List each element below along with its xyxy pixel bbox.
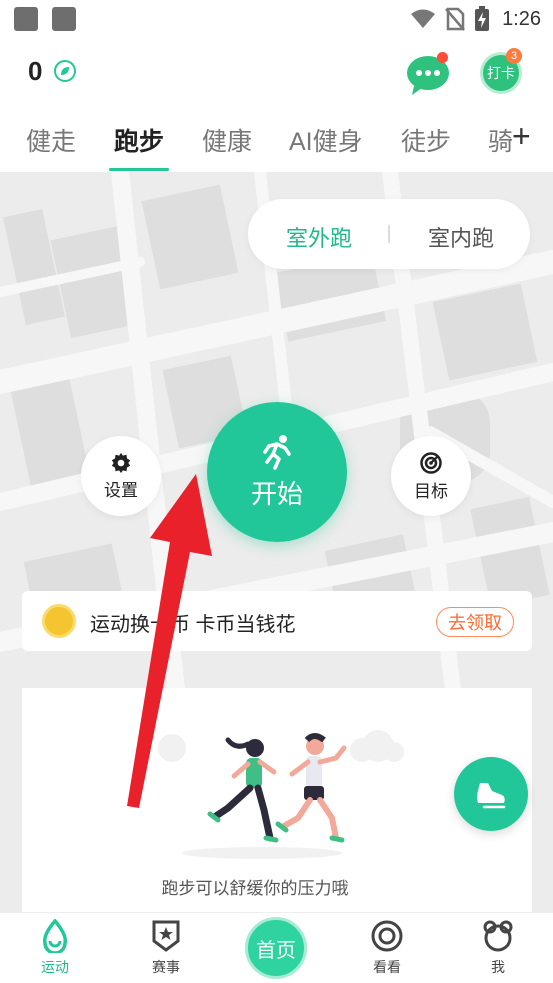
app-square-icon xyxy=(14,7,38,31)
nav-label-events: 赛事 xyxy=(152,959,180,975)
start-label: 开始 xyxy=(250,478,303,509)
nav-label-look: 看看 xyxy=(373,959,401,975)
running-shoe-icon xyxy=(477,783,506,809)
mode-divider xyxy=(388,225,390,243)
tab-ride[interactable]: 骑 xyxy=(488,122,513,158)
start-button[interactable]: 开始 xyxy=(207,402,347,542)
coin-promo-bar: 运动换卡币 卡币当钱花 去领取 xyxy=(22,591,532,651)
tab-walk[interactable]: 健走 xyxy=(26,122,76,158)
nav-item-sport[interactable]: 运动 xyxy=(15,919,95,977)
tab-health[interactable]: 健康 xyxy=(202,122,252,158)
tab-hike[interactable]: 徒步 xyxy=(401,122,451,158)
bottom-navigation: 运动 赛事 首页 看看 我 xyxy=(0,912,553,983)
target-icon xyxy=(420,451,442,474)
target-label: 目标 xyxy=(414,481,448,501)
status-icons: 1:26 xyxy=(410,6,541,32)
nav-item-look[interactable]: 看看 xyxy=(347,919,427,977)
nav-label-me: 我 xyxy=(491,959,505,975)
category-tabs: 健走 跑步 健康 AI健身 徒步 骑 + xyxy=(0,116,553,172)
settings-label: 设置 xyxy=(104,480,138,500)
sport-drop-icon xyxy=(42,919,68,953)
nav-item-me[interactable]: 我 xyxy=(458,919,538,977)
illustration-caption: 跑步可以舒缓你的压力哦 xyxy=(161,879,349,898)
notification-dot xyxy=(437,52,448,63)
mode-indoor[interactable]: 室内跑 xyxy=(428,221,494,253)
tab-run[interactable]: 跑步 xyxy=(114,122,164,158)
active-tab-indicator xyxy=(109,168,169,171)
top-header: 0 打卡 3 xyxy=(0,44,553,104)
runners-illustration xyxy=(158,730,404,859)
nav-label-sport: 运动 xyxy=(41,959,69,975)
plus-icon[interactable]: + xyxy=(512,118,531,155)
home-button[interactable]: 首页 xyxy=(245,917,307,979)
wifi-icon xyxy=(411,9,436,28)
runner-icon xyxy=(263,434,291,470)
run-mode-switch: 室外跑 室内跑 xyxy=(248,199,530,269)
profile-icon xyxy=(483,920,513,952)
checkin-badge: 3 xyxy=(506,48,522,64)
status-bar: 1:26 xyxy=(0,0,553,40)
app-square-icon xyxy=(52,7,76,31)
settings-button[interactable]: 设置 xyxy=(81,436,161,516)
tab-ai-fitness[interactable]: AI健身 xyxy=(289,122,363,158)
leaf-coin-icon[interactable] xyxy=(54,60,76,82)
claim-button[interactable]: 去领取 xyxy=(436,607,514,637)
shoe-button[interactable] xyxy=(454,757,528,831)
mode-outdoor[interactable]: 室外跑 xyxy=(286,221,352,253)
medal-star-icon xyxy=(152,920,180,952)
gold-coin-icon xyxy=(42,604,76,638)
target-button[interactable]: 目标 xyxy=(391,436,471,516)
chat-button[interactable] xyxy=(404,52,452,96)
coin-count: 0 xyxy=(28,56,43,86)
gear-icon xyxy=(111,452,131,473)
checkin-label: 打卡 xyxy=(487,65,515,81)
promo-text: 运动换卡币 卡币当钱花 xyxy=(90,614,296,636)
status-time: 1:26 xyxy=(502,7,541,30)
look-icon xyxy=(371,920,403,952)
nav-item-events[interactable]: 赛事 xyxy=(126,919,206,977)
battery-charging-icon xyxy=(475,6,490,31)
no-sim-icon xyxy=(445,7,466,31)
